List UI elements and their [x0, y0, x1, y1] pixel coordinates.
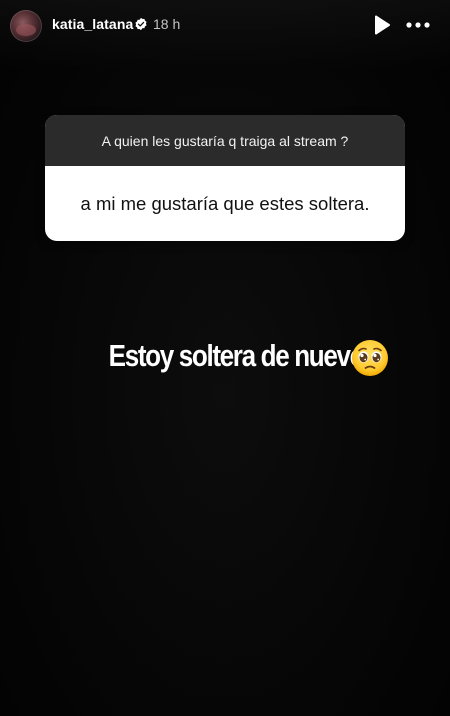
question-prompt: A quien les gustaría q traiga al stream …: [45, 115, 405, 166]
play-icon[interactable]: [373, 14, 391, 36]
question-answer: a mi me gustaría que estes soltera.: [80, 192, 370, 214]
question-sticker[interactable]: A quien les gustaría q traiga al stream …: [45, 115, 405, 241]
post-time: 18 h: [153, 16, 181, 32]
more-options-icon[interactable]: [404, 14, 432, 36]
username[interactable]: katia_latana: [52, 16, 133, 32]
avatar[interactable]: [10, 10, 42, 42]
verified-badge-icon: [135, 17, 147, 31]
caption-text: Estoy soltera de nuevo: [108, 338, 366, 373]
story-viewer: katia_latana 18 h A quien les gustaría q…: [0, 0, 450, 716]
pleading-face-icon: [352, 340, 389, 376]
story-header: katia_latana 18 h: [0, 0, 450, 50]
story-caption: Estoy soltera de nuevo: [0, 336, 450, 376]
